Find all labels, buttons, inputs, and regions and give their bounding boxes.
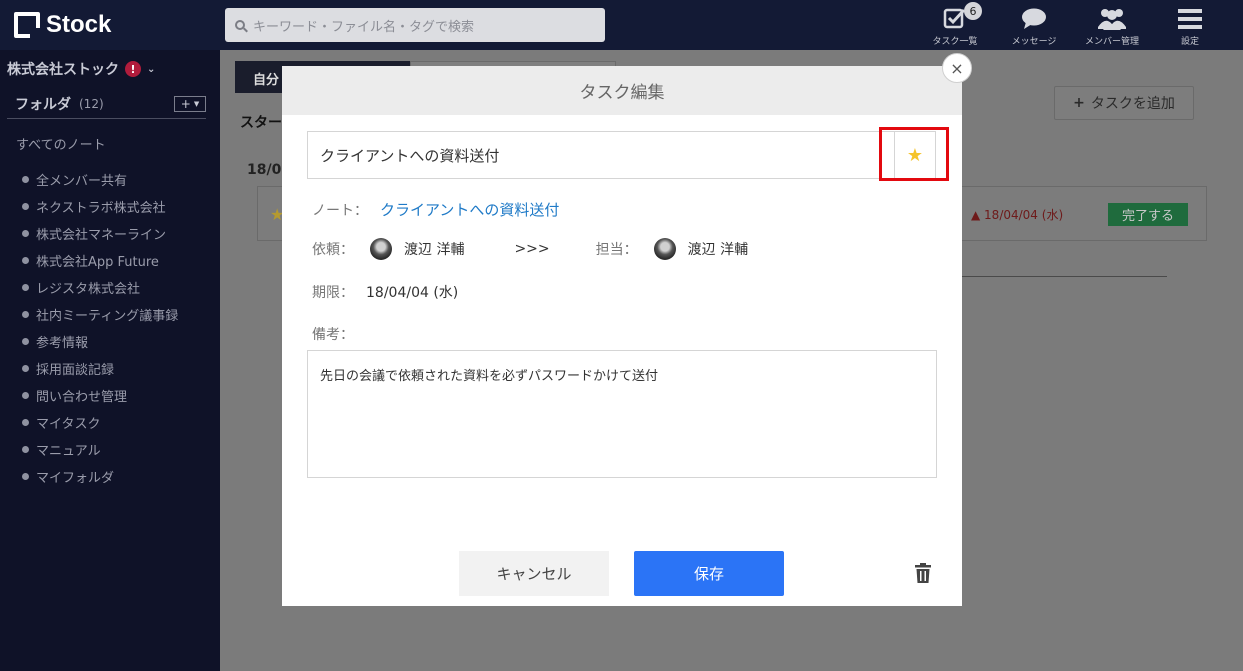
alert-icon: ▲ <box>971 208 985 222</box>
trash-icon[interactable] <box>915 563 931 583</box>
task-due-date-text: 18/04/04 (水) <box>984 208 1064 222</box>
task-edit-modal: タスク編集 クライアントへの資料送付 ★ ノート： クライアントへの資料送付 依… <box>282 66 962 606</box>
add-task-label: タスクを追加 <box>1090 96 1175 112</box>
note-field: ノート： クライアントへの資料送付 <box>312 199 559 220</box>
highlight-box <box>879 127 949 181</box>
folder-item[interactable]: 株式会社App Future <box>22 247 178 274</box>
memo-field: 備考： <box>312 324 354 344</box>
nav-settings-label: 設定 <box>1180 37 1199 47</box>
assignee-name[interactable]: 渡辺 洋輔 <box>688 239 748 259</box>
folder-item[interactable]: レジスタ株式会社 <box>22 274 178 301</box>
memo-textarea[interactable]: 先日の会議で依頼された資料を必ずパスワードかけて送付 <box>307 350 937 478</box>
app-logo[interactable]: Stock <box>14 10 111 40</box>
caret-down-icon: ▼ <box>193 100 200 108</box>
stock-logo-icon <box>14 12 40 38</box>
add-task-button[interactable]: + タスクを追加 <box>1054 86 1194 120</box>
folder-item[interactable]: マイタスク <box>22 409 178 436</box>
nav-tasks[interactable]: 6 タスク一覧 <box>920 2 990 47</box>
memo-text: 先日の会議で依頼された資料を必ずパスワードかけて送付 <box>320 369 659 384</box>
chevron-down-icon: ⌄ <box>147 63 156 75</box>
deadline-value[interactable]: 18/04/04 (水) <box>366 282 458 302</box>
nav-members[interactable]: メンバー管理 <box>1077 4 1147 47</box>
assignee-label: 担当： <box>595 242 638 258</box>
folder-item[interactable]: ネクストラボ株式会社 <box>22 193 178 220</box>
save-button[interactable]: 保存 <box>634 551 784 596</box>
plus-icon: + <box>1073 95 1085 111</box>
note-link[interactable]: クライアントへの資料送付 <box>380 199 559 220</box>
task-check-icon: 6 <box>940 2 982 34</box>
note-label: ノート： <box>312 202 368 219</box>
folder-item[interactable]: 問い合わせ管理 <box>22 382 178 409</box>
search-placeholder: キーワード・ファイル名・タグで検索 <box>253 19 475 35</box>
assignee-avatar[interactable] <box>653 238 676 260</box>
folder-item[interactable]: 全メンバー共有 <box>22 166 178 193</box>
deadline-label: 期限： <box>312 285 354 301</box>
sidebar: 株式会社ストック ! ⌄ フォルダ (12) + ▼ すべてのノート 全メンバー共… <box>0 50 220 671</box>
company-switcher[interactable]: 株式会社ストック ! ⌄ <box>7 59 155 79</box>
nav-settings[interactable]: 設定 <box>1155 4 1225 47</box>
deadline-field: 期限： 18/04/04 (水) <box>312 282 458 302</box>
folder-header: フォルダ (12) + ▼ <box>7 94 206 119</box>
add-folder-button[interactable]: + ▼ <box>174 96 206 112</box>
assignment-field: 依頼： 渡辺 洋輔 >>> 担当： 渡辺 洋輔 <box>312 238 748 260</box>
close-icon: × <box>950 58 964 78</box>
speech-bubble-icon <box>1019 4 1049 34</box>
modal-header: タスク編集 <box>282 66 962 115</box>
folder-item[interactable]: 採用面談記録 <box>22 355 178 382</box>
folder-item[interactable]: 社内ミーティング議事録 <box>22 301 178 328</box>
top-bar: Stock キーワード・ファイル名・タグで検索 6 タスク一覧 メッセージ メン… <box>0 0 1243 50</box>
hamburger-icon <box>1175 4 1205 34</box>
cancel-button[interactable]: キャンセル <box>459 551 609 596</box>
task-title-input[interactable]: クライアントへの資料送付 <box>307 131 895 179</box>
task-title-value: クライアントへの資料送付 <box>320 146 500 165</box>
search-input[interactable]: キーワード・ファイル名・タグで検索 <box>225 8 605 42</box>
company-name: 株式会社ストック <box>7 62 119 78</box>
requester-avatar <box>370 238 392 260</box>
folder-count: (12) <box>79 97 104 111</box>
task-due-date: ▲ 18/04/04 (水) <box>971 206 1063 223</box>
folder-title: フォルダ <box>15 97 71 113</box>
close-button[interactable]: × <box>942 53 972 83</box>
nav-members-label: メンバー管理 <box>1084 37 1139 47</box>
folder-item[interactable]: マニュアル <box>22 436 178 463</box>
complete-task-button[interactable]: 完了する <box>1108 203 1188 226</box>
folder-item[interactable]: マイフォルダ <box>22 463 178 490</box>
app-name: Stock <box>46 11 112 38</box>
all-notes-link[interactable]: すべてのノート <box>16 134 106 153</box>
task-count-badge: 6 <box>964 2 982 20</box>
warning-icon: ! <box>125 61 141 77</box>
plus-icon: + <box>180 97 191 111</box>
nav-tasks-label: タスク一覧 <box>932 37 978 47</box>
users-icon <box>1097 4 1127 34</box>
folder-item[interactable]: 参考情報 <box>22 328 178 355</box>
requester-label: 依頼： <box>312 242 354 258</box>
divider <box>960 276 1167 277</box>
folder-item[interactable]: 株式会社マネーライン <box>22 220 178 247</box>
requester-name: 渡辺 洋輔 <box>404 242 465 258</box>
folder-list: 全メンバー共有 ネクストラボ株式会社 株式会社マネーライン 株式会社App Fu… <box>22 166 178 490</box>
memo-label: 備考： <box>312 327 354 343</box>
arrow-indicator: >>> <box>514 241 550 257</box>
modal-title: タスク編集 <box>579 83 665 103</box>
nav-messages-label: メッセージ <box>1011 37 1057 47</box>
nav-messages[interactable]: メッセージ <box>999 4 1069 47</box>
section-label: スター <box>240 115 282 131</box>
search-icon <box>235 20 245 30</box>
